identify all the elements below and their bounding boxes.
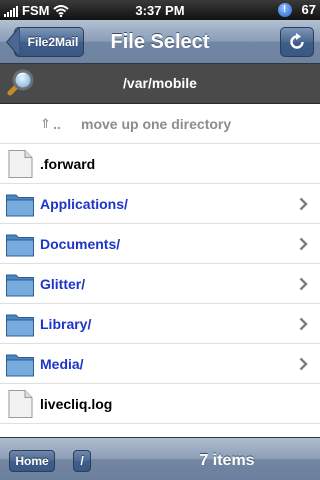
file-list: ⇑ .. move up one directory .forward Appl… — [0, 104, 320, 424]
home-button[interactable]: Home — [9, 450, 55, 472]
list-item-livecliq-log[interactable]: livecliq.log — [0, 384, 320, 424]
list-item-applications[interactable]: Applications/ — [0, 184, 320, 224]
folder-icon — [6, 194, 34, 217]
chevron-right-icon — [299, 197, 308, 211]
path-bar: /var/mobile — [0, 64, 320, 104]
page-title: File Select — [110, 31, 210, 53]
folder-icon — [6, 274, 34, 297]
folder-icon — [6, 314, 34, 337]
folder-icon — [6, 234, 34, 257]
up-arrow-icon: ⇑ — [40, 116, 51, 131]
folder-icon — [6, 354, 34, 377]
list-item-label: Applications/ — [40, 196, 128, 212]
list-item-label: livecliq.log — [40, 396, 113, 412]
move-up-row[interactable]: ⇑ .. move up one directory — [0, 104, 320, 144]
list-item-label: Glitter/ — [40, 276, 86, 292]
refresh-icon — [290, 33, 304, 49]
list-item-library[interactable]: Library/ — [0, 304, 320, 344]
root-button-label: / — [80, 454, 84, 468]
chevron-right-icon — [299, 357, 308, 371]
battery-level: 67 — [301, 2, 316, 17]
list-item-label: Documents/ — [40, 236, 121, 252]
status-bar: FSM 3:37 PM ! 67 — [0, 0, 320, 20]
notification-icon: ! — [277, 2, 292, 17]
chevron-right-icon — [299, 277, 308, 291]
list-item-glitter[interactable]: Glitter/ — [0, 264, 320, 304]
items-count: 7 items — [199, 452, 255, 469]
refresh-button[interactable] — [280, 27, 314, 57]
up-dots: .. — [53, 116, 61, 132]
list-item-label: Media/ — [40, 356, 84, 372]
file-icon — [8, 390, 33, 418]
chevron-right-icon — [299, 237, 308, 251]
file-icon — [8, 150, 33, 178]
home-button-label: Home — [15, 454, 49, 468]
chevron-right-icon — [299, 317, 308, 331]
list-item-documents[interactable]: Documents/ — [0, 224, 320, 264]
list-item-forward[interactable]: .forward — [0, 144, 320, 184]
root-button[interactable]: / — [73, 450, 91, 472]
list-item-label: Library/ — [40, 316, 92, 332]
status-right: ! 67 — [277, 2, 316, 17]
current-path: /var/mobile — [123, 75, 197, 91]
status-time: 3:37 PM — [135, 3, 185, 18]
navigation-bar: File2Mail File Select — [0, 20, 320, 64]
list-item-media[interactable]: Media/ — [0, 344, 320, 384]
bottom-toolbar: Home / 7 items — [0, 437, 320, 480]
up-label: move up one directory — [81, 116, 232, 132]
list-item-label: .forward — [40, 156, 96, 172]
